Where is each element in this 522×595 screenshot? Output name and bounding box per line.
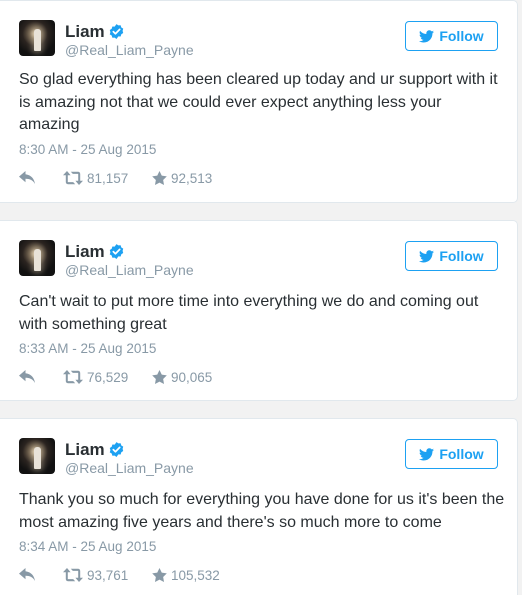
author-handle[interactable]: @Real_Liam_Payne: [65, 262, 194, 278]
author-name[interactable]: Liam: [65, 22, 105, 42]
tweet-timestamp[interactable]: 8:34 AM - 25 Aug 2015: [19, 539, 156, 554]
tweet-text: Thank you so much for everything you hav…: [19, 491, 505, 531]
follow-label: Follow: [439, 28, 484, 44]
like-count: 90,065: [171, 369, 213, 385]
author-handle[interactable]: @Real_Liam_Payne: [65, 460, 194, 476]
retweet-count: 93,761: [87, 567, 129, 583]
reply-icon: [19, 370, 35, 383]
tweet-text: So glad everything has been cleared up t…: [19, 71, 498, 133]
like-button[interactable]: 90,065: [152, 368, 212, 386]
retweet-count: 81,157: [87, 170, 129, 186]
twitter-bird-icon: [419, 447, 435, 460]
verified-badge-icon: [109, 244, 124, 259]
follow-button[interactable]: Follow: [405, 241, 498, 271]
author-handle[interactable]: @Real_Liam_Payne: [65, 42, 194, 58]
retweet-icon: [63, 370, 83, 384]
star-icon: [152, 370, 167, 384]
avatar[interactable]: [19, 240, 55, 276]
like-count: 105,532: [171, 567, 220, 583]
avatar[interactable]: [19, 438, 55, 474]
verified-badge-icon: [109, 442, 124, 457]
retweet-icon: [63, 568, 83, 582]
reply-button[interactable]: [19, 566, 36, 584]
retweet-icon: [63, 171, 83, 185]
reply-button[interactable]: [19, 169, 36, 187]
verified-badge-icon: [109, 24, 124, 39]
tweet-timestamp[interactable]: 8:33 AM - 25 Aug 2015: [19, 341, 156, 356]
follow-label: Follow: [439, 248, 484, 264]
like-count: 92,513: [171, 170, 213, 186]
like-button[interactable]: 105,532: [152, 566, 220, 584]
tweet-card: Liam @Real_Liam_Payne Follow Thank you s…: [0, 418, 518, 595]
retweet-button[interactable]: 81,157: [63, 169, 128, 187]
tweet-card: Liam @Real_Liam_Payne Follow Can't wait …: [0, 220, 518, 401]
tweet-timestamp[interactable]: 8:30 AM - 25 Aug 2015: [19, 142, 156, 157]
tweet-text: Can't wait to put more time into everyth…: [19, 293, 479, 333]
like-button[interactable]: 92,513: [152, 169, 212, 187]
star-icon: [152, 568, 167, 582]
retweet-count: 76,529: [87, 369, 129, 385]
author-name[interactable]: Liam: [65, 440, 105, 460]
twitter-bird-icon: [419, 29, 435, 42]
star-icon: [152, 171, 167, 185]
follow-button[interactable]: Follow: [405, 21, 498, 51]
author-name[interactable]: Liam: [65, 242, 105, 262]
reply-icon: [19, 171, 35, 184]
retweet-button[interactable]: 93,761: [63, 566, 128, 584]
tweet-card: Liam @Real_Liam_Payne Follow So glad eve…: [0, 0, 518, 203]
reply-icon: [19, 568, 35, 581]
twitter-bird-icon: [419, 249, 435, 262]
follow-button[interactable]: Follow: [405, 439, 498, 469]
avatar[interactable]: [19, 20, 55, 56]
retweet-button[interactable]: 76,529: [63, 368, 128, 386]
follow-label: Follow: [439, 446, 484, 462]
reply-button[interactable]: [19, 368, 36, 386]
